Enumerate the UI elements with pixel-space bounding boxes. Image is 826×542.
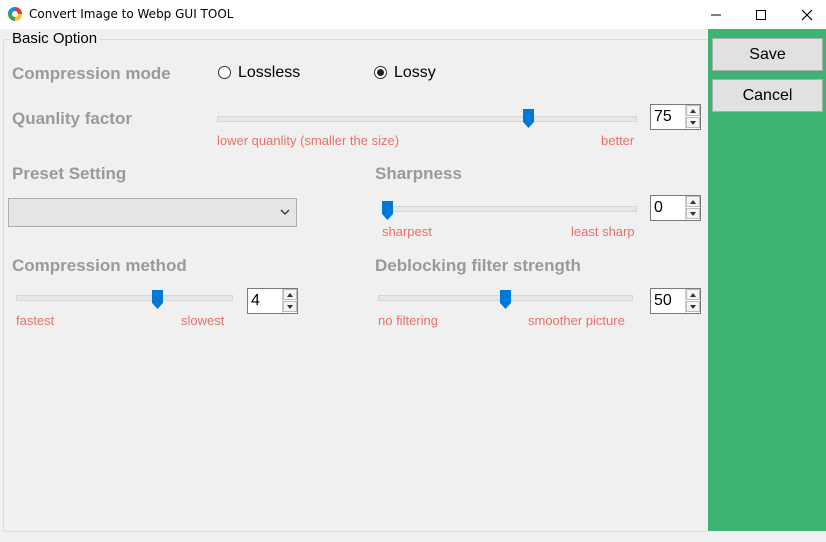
chevron-down-icon	[280, 209, 290, 215]
preset-setting-label: Preset Setting	[12, 164, 127, 183]
app-icon	[8, 7, 22, 21]
quality-factor-label: Quanlity factor	[12, 109, 132, 128]
compression-method-label: Compression method	[12, 256, 187, 275]
quality-hint-high: better	[601, 133, 635, 148]
preset-dropdown[interactable]	[8, 198, 297, 227]
sharpness-hint-high: least sharp	[571, 224, 635, 239]
sharpness-label: Sharpness	[375, 164, 462, 183]
deblocking-hint-low: no filtering	[378, 313, 438, 328]
deblocking-label: Deblocking filter strength	[375, 256, 581, 275]
deblocking-value[interactable]: 50	[654, 292, 672, 310]
sharpness-hint-low: sharpest	[382, 224, 432, 239]
deblocking-spinbox[interactable]: 50	[650, 288, 701, 314]
method-spinbox[interactable]: 4	[247, 288, 298, 314]
quality-decrement-button[interactable]	[686, 117, 700, 128]
method-increment-button[interactable]	[283, 289, 297, 300]
group-title: Basic Option	[10, 30, 100, 47]
quality-hint-low: lower quanlity (smaller the size)	[217, 133, 400, 148]
lossy-radio[interactable]	[374, 66, 387, 79]
title-bar: Convert Image to Webp GUI TOOL	[0, 0, 826, 29]
quality-spinbox[interactable]: 75	[650, 104, 701, 130]
minimize-icon	[711, 14, 721, 16]
close-button[interactable]	[784, 0, 826, 29]
method-hint-low: fastest	[16, 313, 55, 328]
method-decrement-button[interactable]	[283, 301, 297, 312]
maximize-button[interactable]	[738, 0, 784, 29]
lossless-radio[interactable]	[218, 66, 231, 79]
minimize-button[interactable]	[693, 0, 739, 29]
lossless-radio-label[interactable]: Lossless	[238, 64, 300, 82]
sharpness-increment-button[interactable]	[686, 196, 700, 207]
sharpness-decrement-button[interactable]	[686, 208, 700, 219]
window-title: Convert Image to Webp GUI TOOL	[29, 7, 234, 21]
compression-mode-label: Compression mode	[12, 64, 171, 83]
action-sidebar: Save Cancel	[708, 29, 826, 531]
method-hint-high: slowest	[181, 313, 225, 328]
sharpness-spinbox[interactable]: 0	[650, 195, 701, 221]
method-value[interactable]: 4	[251, 292, 260, 310]
sharpness-value[interactable]: 0	[654, 199, 663, 217]
cancel-button[interactable]: Cancel	[712, 79, 823, 112]
quality-slider-track[interactable]	[217, 116, 637, 122]
deblocking-hint-high: smoother picture	[528, 313, 625, 328]
quality-increment-button[interactable]	[686, 105, 700, 116]
method-slider-track[interactable]	[16, 295, 233, 301]
quality-value[interactable]: 75	[654, 108, 672, 126]
lossy-radio-label[interactable]: Lossy	[394, 64, 436, 82]
save-button[interactable]: Save	[712, 38, 823, 71]
maximize-icon	[756, 10, 766, 20]
close-icon	[801, 9, 813, 21]
main-panel: Basic Option Compression mode Lossless L…	[0, 29, 709, 542]
deblocking-decrement-button[interactable]	[686, 301, 700, 312]
sharpness-slider-track[interactable]	[382, 206, 637, 212]
deblocking-increment-button[interactable]	[686, 289, 700, 300]
